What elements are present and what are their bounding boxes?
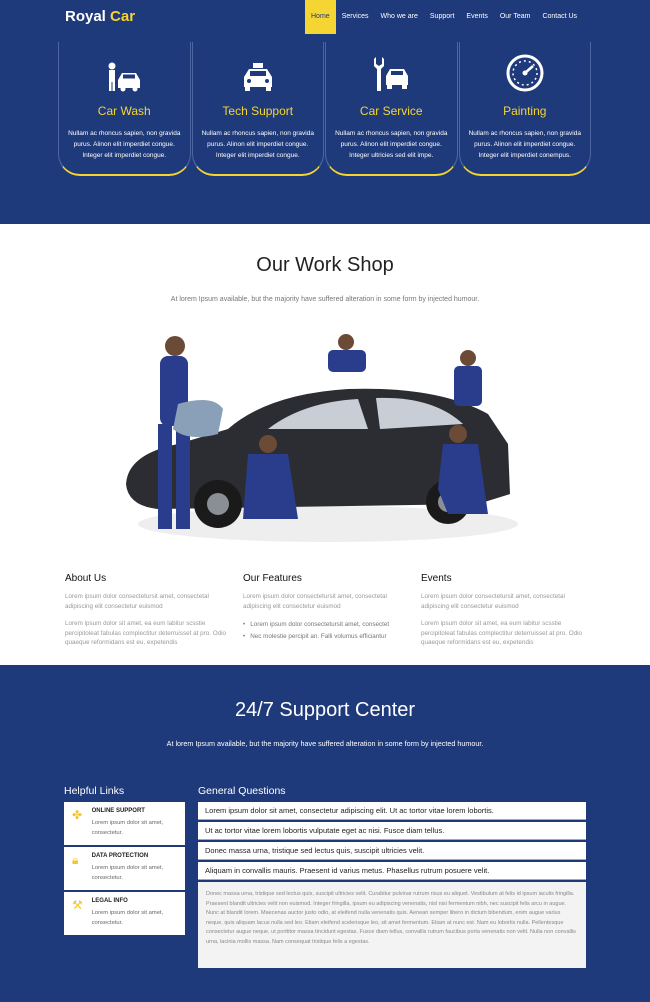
puzzle-icon: ✤	[72, 808, 83, 822]
events-text-1: Lorem ipsum dolor consectetursit amet, c…	[421, 593, 565, 610]
service-text: Nullam ac rhoncus sapien, non gravida pu…	[468, 130, 581, 159]
events-column: Events Lorem ipsum dolor consectetursit …	[421, 573, 591, 648]
nav-support[interactable]: Support	[424, 0, 461, 34]
service-cards: Car Wash Nullam ac rhoncus sapien, non g…	[58, 42, 592, 176]
our-features-column: Our Features Lorem ipsum dolor consectet…	[243, 573, 413, 643]
service-text: Nullam ac rhoncus sapien, non gravida pu…	[201, 130, 314, 159]
taxi-icon	[243, 63, 272, 91]
workshop-subtitle: At lorem Ipsum available, but the majori…	[170, 296, 480, 303]
helpful-links-title: Helpful Links	[64, 785, 125, 797]
about-us-title: About Us	[65, 573, 107, 584]
service-text: Nullam ac rhoncus sapien, non gravida pu…	[335, 130, 448, 159]
support-section: 24/7 Support Center At lorem Ipsum avail…	[0, 665, 650, 1002]
features-list: Lorem ipsum dolor consectetursit amet, c…	[243, 619, 413, 643]
about-us-column: About Us Lorem ipsum dolor consectetursi…	[65, 573, 235, 648]
mechanics-car-image	[126, 334, 518, 542]
link-online-support[interactable]: ✤ ONLINE SUPPORT Lorem ipsum dolor sit a…	[64, 802, 185, 847]
link-legal-info[interactable]: ⚒ LEGAL INFO Lorem ipsum dolor sit amet,…	[64, 892, 185, 937]
link-title: ONLINE SUPPORT	[91, 808, 145, 814]
link-text: Lorem ipsum dolor sit amet, consectetur.	[91, 910, 164, 926]
lock-icon: 🔒︎	[72, 853, 79, 867]
link-text: Lorem ipsum dolor sit amet, consectetur.	[91, 820, 164, 836]
nav-our-team[interactable]: Our Team	[494, 0, 537, 34]
logo-text-car: Car	[110, 8, 136, 25]
service-title: Car Wash	[97, 104, 151, 118]
answer-panel: Donec massa urna, tristique sed lectus q…	[198, 882, 586, 968]
logo-text-royal: Royal	[65, 8, 106, 25]
service-title: Tech Support	[222, 104, 294, 118]
helpful-links: Helpful Links ✤ ONLINE SUPPORT Lorem ips…	[64, 785, 185, 937]
general-questions: General Questions Lorem ipsum dolor sit …	[198, 785, 586, 968]
nav-contact-us[interactable]: Contact Us	[536, 0, 583, 34]
service-card-car-service[interactable]: Car Service Nullam ac rhoncus sapien, no…	[325, 42, 458, 176]
question-item[interactable]: Lorem ipsum dolor sit amet, consectetur …	[198, 802, 586, 820]
speedometer-icon	[506, 54, 544, 92]
nav-who-we-are[interactable]: Who we are	[375, 0, 424, 34]
wrench-car-icon	[374, 57, 409, 91]
main-nav: Home Services Who we are Support Events …	[305, 0, 583, 34]
question-item[interactable]: Ut ac tortor vitae lorem lobortis vulput…	[198, 822, 586, 840]
service-title: Car Service	[359, 104, 423, 118]
service-card-car-wash[interactable]: Car Wash Nullam ac rhoncus sapien, non g…	[58, 42, 191, 176]
support-title: 24/7 Support Center	[234, 699, 416, 721]
about-us-text-1: Lorem ipsum dolor consectetursit amet, c…	[65, 593, 209, 610]
question-item[interactable]: Donec massa urna, tristique sed lectus q…	[198, 842, 586, 860]
hammer-icon: ⚒	[72, 898, 83, 912]
service-card-tech-support[interactable]: Tech Support Nullam ac rhoncus sapien, n…	[191, 42, 324, 176]
service-card-painting[interactable]: Painting Nullam ac rhoncus sapien, non g…	[458, 42, 591, 176]
list-item: Nec molestie percipit an. Falli volumus …	[243, 631, 413, 643]
workshop-section: Our Work Shop At lorem Ipsum available, …	[0, 224, 650, 665]
link-title: DATA PROTECTION	[91, 853, 149, 859]
support-subtitle: At lorem Ipsum available, but the majori…	[166, 739, 484, 748]
events-text-2: Lorem ipsum dolor sit amet, ea eum labit…	[421, 620, 583, 646]
about-us-text-2: Lorem ipsum dolor sit amet, ea eum labit…	[65, 620, 227, 646]
workshop-title: Our Work Shop	[256, 254, 394, 276]
car-wash-icon	[108, 62, 141, 92]
service-title: Painting	[503, 104, 547, 118]
list-item: Lorem ipsum dolor consectetursit amet, c…	[243, 619, 413, 631]
nav-events[interactable]: Events	[460, 0, 493, 34]
hero-section: Royal Car Home Services Who we are Suppo…	[0, 0, 650, 224]
our-features-title: Our Features	[243, 573, 302, 584]
service-text: Nullam ac rhoncus sapien, non gravida pu…	[68, 130, 181, 159]
events-title: Events	[421, 573, 452, 584]
general-questions-title: General Questions	[198, 785, 286, 797]
our-features-text: Lorem ipsum dolor consectetursit amet, c…	[243, 593, 387, 610]
nav-services[interactable]: Services	[336, 0, 375, 34]
link-title: LEGAL INFO	[91, 898, 128, 904]
question-item[interactable]: Aliquam in convallis mauris. Praesent id…	[198, 862, 586, 880]
nav-home[interactable]: Home	[305, 0, 336, 34]
link-text: Lorem ipsum dolor sit amet, consectetur.	[91, 865, 164, 881]
logo[interactable]: Royal Car	[65, 8, 135, 25]
link-data-protection[interactable]: 🔒︎ DATA PROTECTION Lorem ipsum dolor sit…	[64, 847, 185, 892]
